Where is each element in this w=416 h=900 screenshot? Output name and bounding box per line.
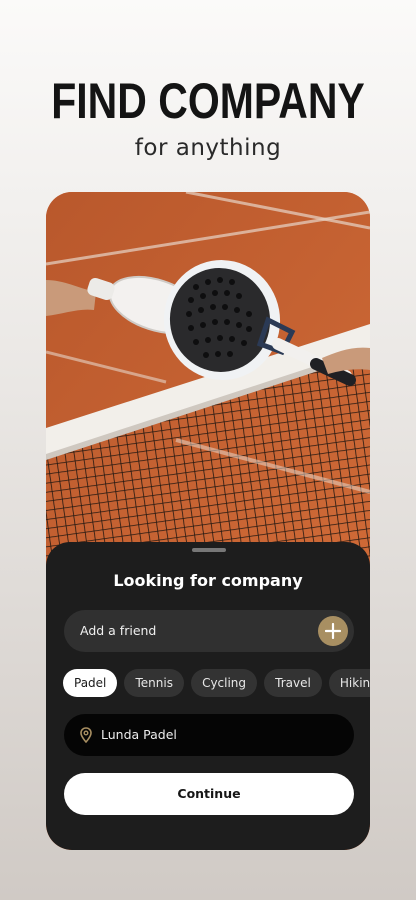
add-friend-field[interactable]: Add a friend <box>64 610 354 652</box>
activity-chips: Padel Tennis Cycling Travel Hiking <box>63 669 370 699</box>
continue-button[interactable]: Continue <box>64 773 354 815</box>
chip-cycling[interactable]: Cycling <box>191 669 258 697</box>
location-field[interactable]: Lunda Padel <box>64 714 354 756</box>
plus-icon <box>325 623 341 639</box>
location-pin-icon <box>80 727 92 743</box>
drag-handle[interactable] <box>192 548 226 552</box>
padel-court-photo <box>46 192 370 572</box>
add-friend-button[interactable] <box>318 616 348 646</box>
hero-subtitle: for anything <box>134 135 282 161</box>
company-sheet: Looking for company Add a friend Padel T… <box>46 542 370 850</box>
chip-padel[interactable]: Padel <box>63 669 118 697</box>
chip-tennis[interactable]: Tennis <box>124 669 184 697</box>
chip-hiking[interactable]: Hiking <box>328 669 370 697</box>
location-value: Lunda Padel <box>101 727 177 742</box>
add-friend-placeholder: Add a friend <box>80 623 157 638</box>
chip-travel[interactable]: Travel <box>264 669 322 697</box>
preview-card: Looking for company Add a friend Padel T… <box>46 192 370 850</box>
sheet-title: Looking for company <box>113 571 303 590</box>
hero-title: FIND COMPANY <box>51 73 365 129</box>
